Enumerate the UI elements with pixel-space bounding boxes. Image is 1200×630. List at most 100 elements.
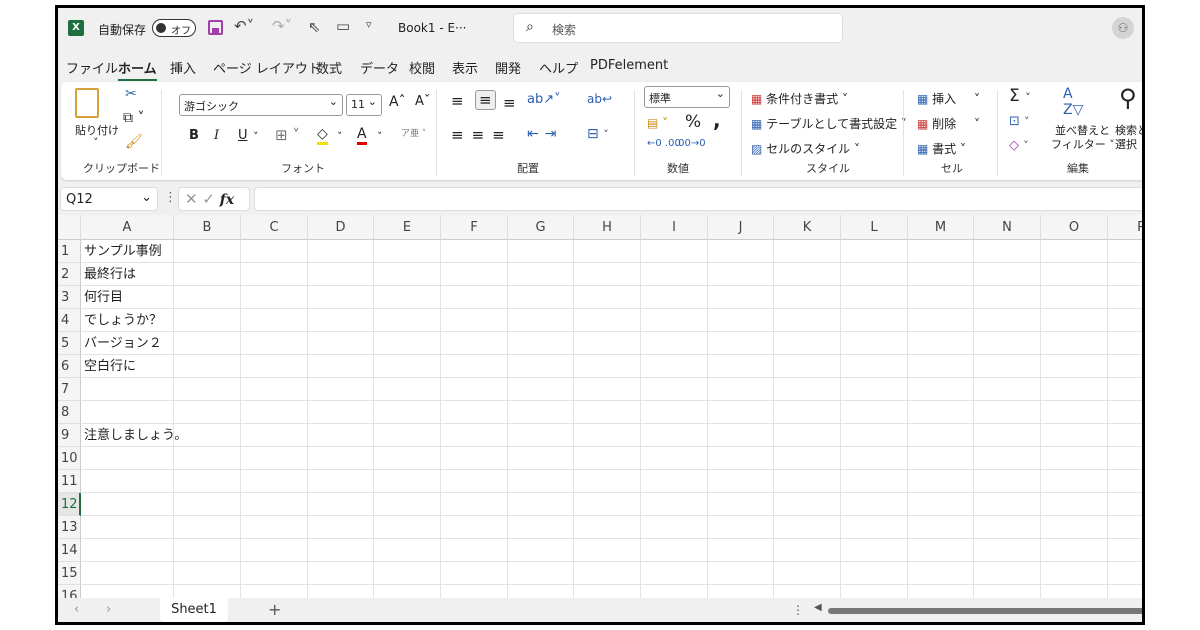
cell-G9[interactable] xyxy=(508,424,574,447)
cell-D16[interactable] xyxy=(308,585,374,598)
cell-P2[interactable] xyxy=(1108,263,1142,286)
cell-A12[interactable] xyxy=(81,493,174,516)
row-header-10[interactable]: 10 xyxy=(58,447,81,470)
cell-E10[interactable] xyxy=(374,447,441,470)
cell-P10[interactable] xyxy=(1108,447,1142,470)
cell-D15[interactable] xyxy=(308,562,374,585)
cell-G8[interactable] xyxy=(508,401,574,424)
tab-0[interactable]: ファイル xyxy=(66,58,118,77)
column-header-A[interactable]: A xyxy=(81,215,174,240)
cell-L4[interactable] xyxy=(841,309,908,332)
percent-button[interactable]: % xyxy=(685,112,701,132)
cell-G2[interactable] xyxy=(508,263,574,286)
cell-N7[interactable] xyxy=(974,378,1041,401)
cell-M16[interactable] xyxy=(908,585,974,598)
prev-sheet-icon[interactable]: ‹ xyxy=(74,602,79,617)
find-icon[interactable]: ⚲ xyxy=(1119,84,1137,112)
cell-L12[interactable] xyxy=(841,493,908,516)
cell-E11[interactable] xyxy=(374,470,441,493)
splitter-icon[interactable]: ⋮ xyxy=(792,603,804,617)
cell-D10[interactable] xyxy=(308,447,374,470)
cell-I6[interactable] xyxy=(641,355,708,378)
cell-F13[interactable] xyxy=(441,516,508,539)
cell-F9[interactable] xyxy=(441,424,508,447)
cell-I1[interactable] xyxy=(641,240,708,263)
cell-K3[interactable] xyxy=(774,286,841,309)
cell-F14[interactable] xyxy=(441,539,508,562)
cell-D8[interactable] xyxy=(308,401,374,424)
cell-C2[interactable] xyxy=(241,263,308,286)
column-header-M[interactable]: M xyxy=(908,215,974,240)
cell-G4[interactable] xyxy=(508,309,574,332)
column-header-H[interactable]: H xyxy=(574,215,641,240)
cell-N11[interactable] xyxy=(974,470,1041,493)
cell-H14[interactable] xyxy=(574,539,641,562)
cell-L14[interactable] xyxy=(841,539,908,562)
cell-F15[interactable] xyxy=(441,562,508,585)
cell-F10[interactable] xyxy=(441,447,508,470)
cell-D12[interactable] xyxy=(308,493,374,516)
cell-G7[interactable] xyxy=(508,378,574,401)
cell-A7[interactable] xyxy=(81,378,174,401)
cell-C10[interactable] xyxy=(241,447,308,470)
redo-icon[interactable]: ↷˅ xyxy=(272,17,292,35)
paste-icon[interactable] xyxy=(75,88,99,118)
insert-function-button[interactable]: fx xyxy=(220,192,234,208)
cell-E8[interactable] xyxy=(374,401,441,424)
cell-P15[interactable] xyxy=(1108,562,1142,585)
cell-H15[interactable] xyxy=(574,562,641,585)
cell-P3[interactable] xyxy=(1108,286,1142,309)
cell-C1[interactable] xyxy=(241,240,308,263)
cell-H7[interactable] xyxy=(574,378,641,401)
column-header-P[interactable]: P xyxy=(1108,215,1142,240)
fill-icon[interactable]: ⊡ ˅ xyxy=(1009,114,1030,129)
cell-A2[interactable]: 最終行は xyxy=(81,263,174,286)
cell-A15[interactable] xyxy=(81,562,174,585)
cell-P1[interactable] xyxy=(1108,240,1142,263)
decrease-font-icon[interactable]: Aˇ xyxy=(415,94,430,109)
cell-J8[interactable] xyxy=(708,401,774,424)
cell-F11[interactable] xyxy=(441,470,508,493)
cell-H9[interactable] xyxy=(574,424,641,447)
cell-K9[interactable] xyxy=(774,424,841,447)
row-header-4[interactable]: 4 xyxy=(58,309,81,332)
cell-F3[interactable] xyxy=(441,286,508,309)
cell-A4[interactable]: でしょうか？ xyxy=(81,309,174,332)
cell-O16[interactable] xyxy=(1041,585,1108,598)
cell-F2[interactable] xyxy=(441,263,508,286)
cell-K10[interactable] xyxy=(774,447,841,470)
middle-align-icon[interactable]: ≡ xyxy=(475,90,496,110)
tab-1[interactable]: ホーム xyxy=(118,58,157,81)
cell-J14[interactable] xyxy=(708,539,774,562)
cell-G16[interactable] xyxy=(508,585,574,598)
cell-O4[interactable] xyxy=(1041,309,1108,332)
cell-L1[interactable] xyxy=(841,240,908,263)
cell-B2[interactable] xyxy=(174,263,241,286)
clear-icon[interactable]: ◇ ˅ xyxy=(1009,138,1029,153)
cell-N12[interactable] xyxy=(974,493,1041,516)
cell-H13[interactable] xyxy=(574,516,641,539)
cell-N14[interactable] xyxy=(974,539,1041,562)
cell-E14[interactable] xyxy=(374,539,441,562)
cell-O3[interactable] xyxy=(1041,286,1108,309)
cell-B10[interactable] xyxy=(174,447,241,470)
cell-G1[interactable] xyxy=(508,240,574,263)
cell-C16[interactable] xyxy=(241,585,308,598)
sort-filter-icon[interactable]: A Z▽ xyxy=(1063,86,1083,118)
column-header-F[interactable]: F xyxy=(441,215,508,240)
underline-button[interactable]: U xyxy=(238,128,248,143)
cell-B4[interactable] xyxy=(174,309,241,332)
cell-P11[interactable] xyxy=(1108,470,1142,493)
cell-F8[interactable] xyxy=(441,401,508,424)
cell-H6[interactable] xyxy=(574,355,641,378)
cell-L9[interactable] xyxy=(841,424,908,447)
cell-J16[interactable] xyxy=(708,585,774,598)
cell-E2[interactable] xyxy=(374,263,441,286)
cell-F6[interactable] xyxy=(441,355,508,378)
cell-M8[interactable] xyxy=(908,401,974,424)
cell-K14[interactable] xyxy=(774,539,841,562)
cell-K5[interactable] xyxy=(774,332,841,355)
cell-I7[interactable] xyxy=(641,378,708,401)
cell-P5[interactable] xyxy=(1108,332,1142,355)
row-header-13[interactable]: 13 xyxy=(58,516,81,539)
